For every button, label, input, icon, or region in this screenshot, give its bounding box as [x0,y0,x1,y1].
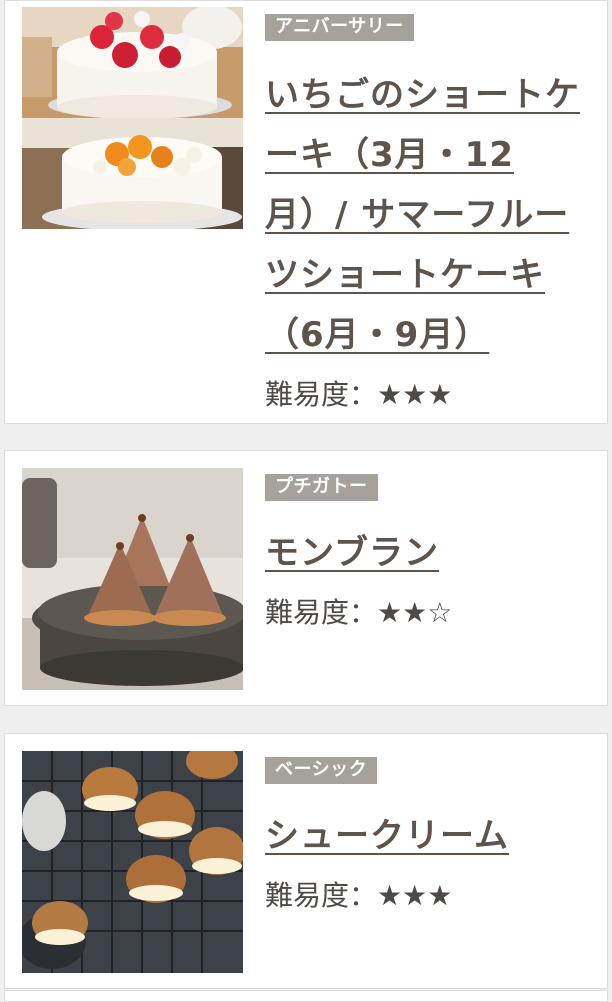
difficulty-stars: ★★★ [377,378,453,411]
difficulty-rating: 難易度：★★★ [265,377,597,413]
difficulty-stars: ★★☆ [377,596,453,629]
recipe-card: アニバーサリー いちごのショートケーキ（3月・12月）/ サマーフルーツショート… [4,0,608,424]
recipe-title-link[interactable]: シュークリーム [265,806,597,866]
recipe-image-cream-puff[interactable] [22,751,243,973]
recipe-card: プチガトー モンブラン 難易度：★★☆ [4,450,608,706]
difficulty-label: 難易度： [265,378,378,411]
next-card-edge [4,990,608,1002]
recipe-title-link[interactable]: いちごのショートケーキ（3月・12月）/ サマーフルーツショートケーキ（6月・9… [265,65,597,365]
recipe-image-shortcake[interactable] [22,7,243,229]
mont-blanc-photo [22,468,243,690]
category-tag: ベーシック [265,757,378,784]
recipe-image-mont-blanc[interactable] [22,468,243,690]
cream-puff-photo [22,751,243,973]
difficulty-label: 難易度： [265,879,378,912]
category-tag: アニバーサリー [265,14,414,41]
category-tag: プチガトー [265,474,378,501]
shortcake-photo [22,7,243,229]
difficulty-rating: 難易度：★★★ [265,878,597,914]
difficulty-label: 難易度： [265,596,378,629]
recipe-title-link[interactable]: モンブラン [265,523,597,583]
recipe-card: ベーシック シュークリーム 難易度：★★★ [4,733,608,989]
difficulty-rating: 難易度：★★☆ [265,595,597,631]
difficulty-stars: ★★★ [377,879,453,912]
